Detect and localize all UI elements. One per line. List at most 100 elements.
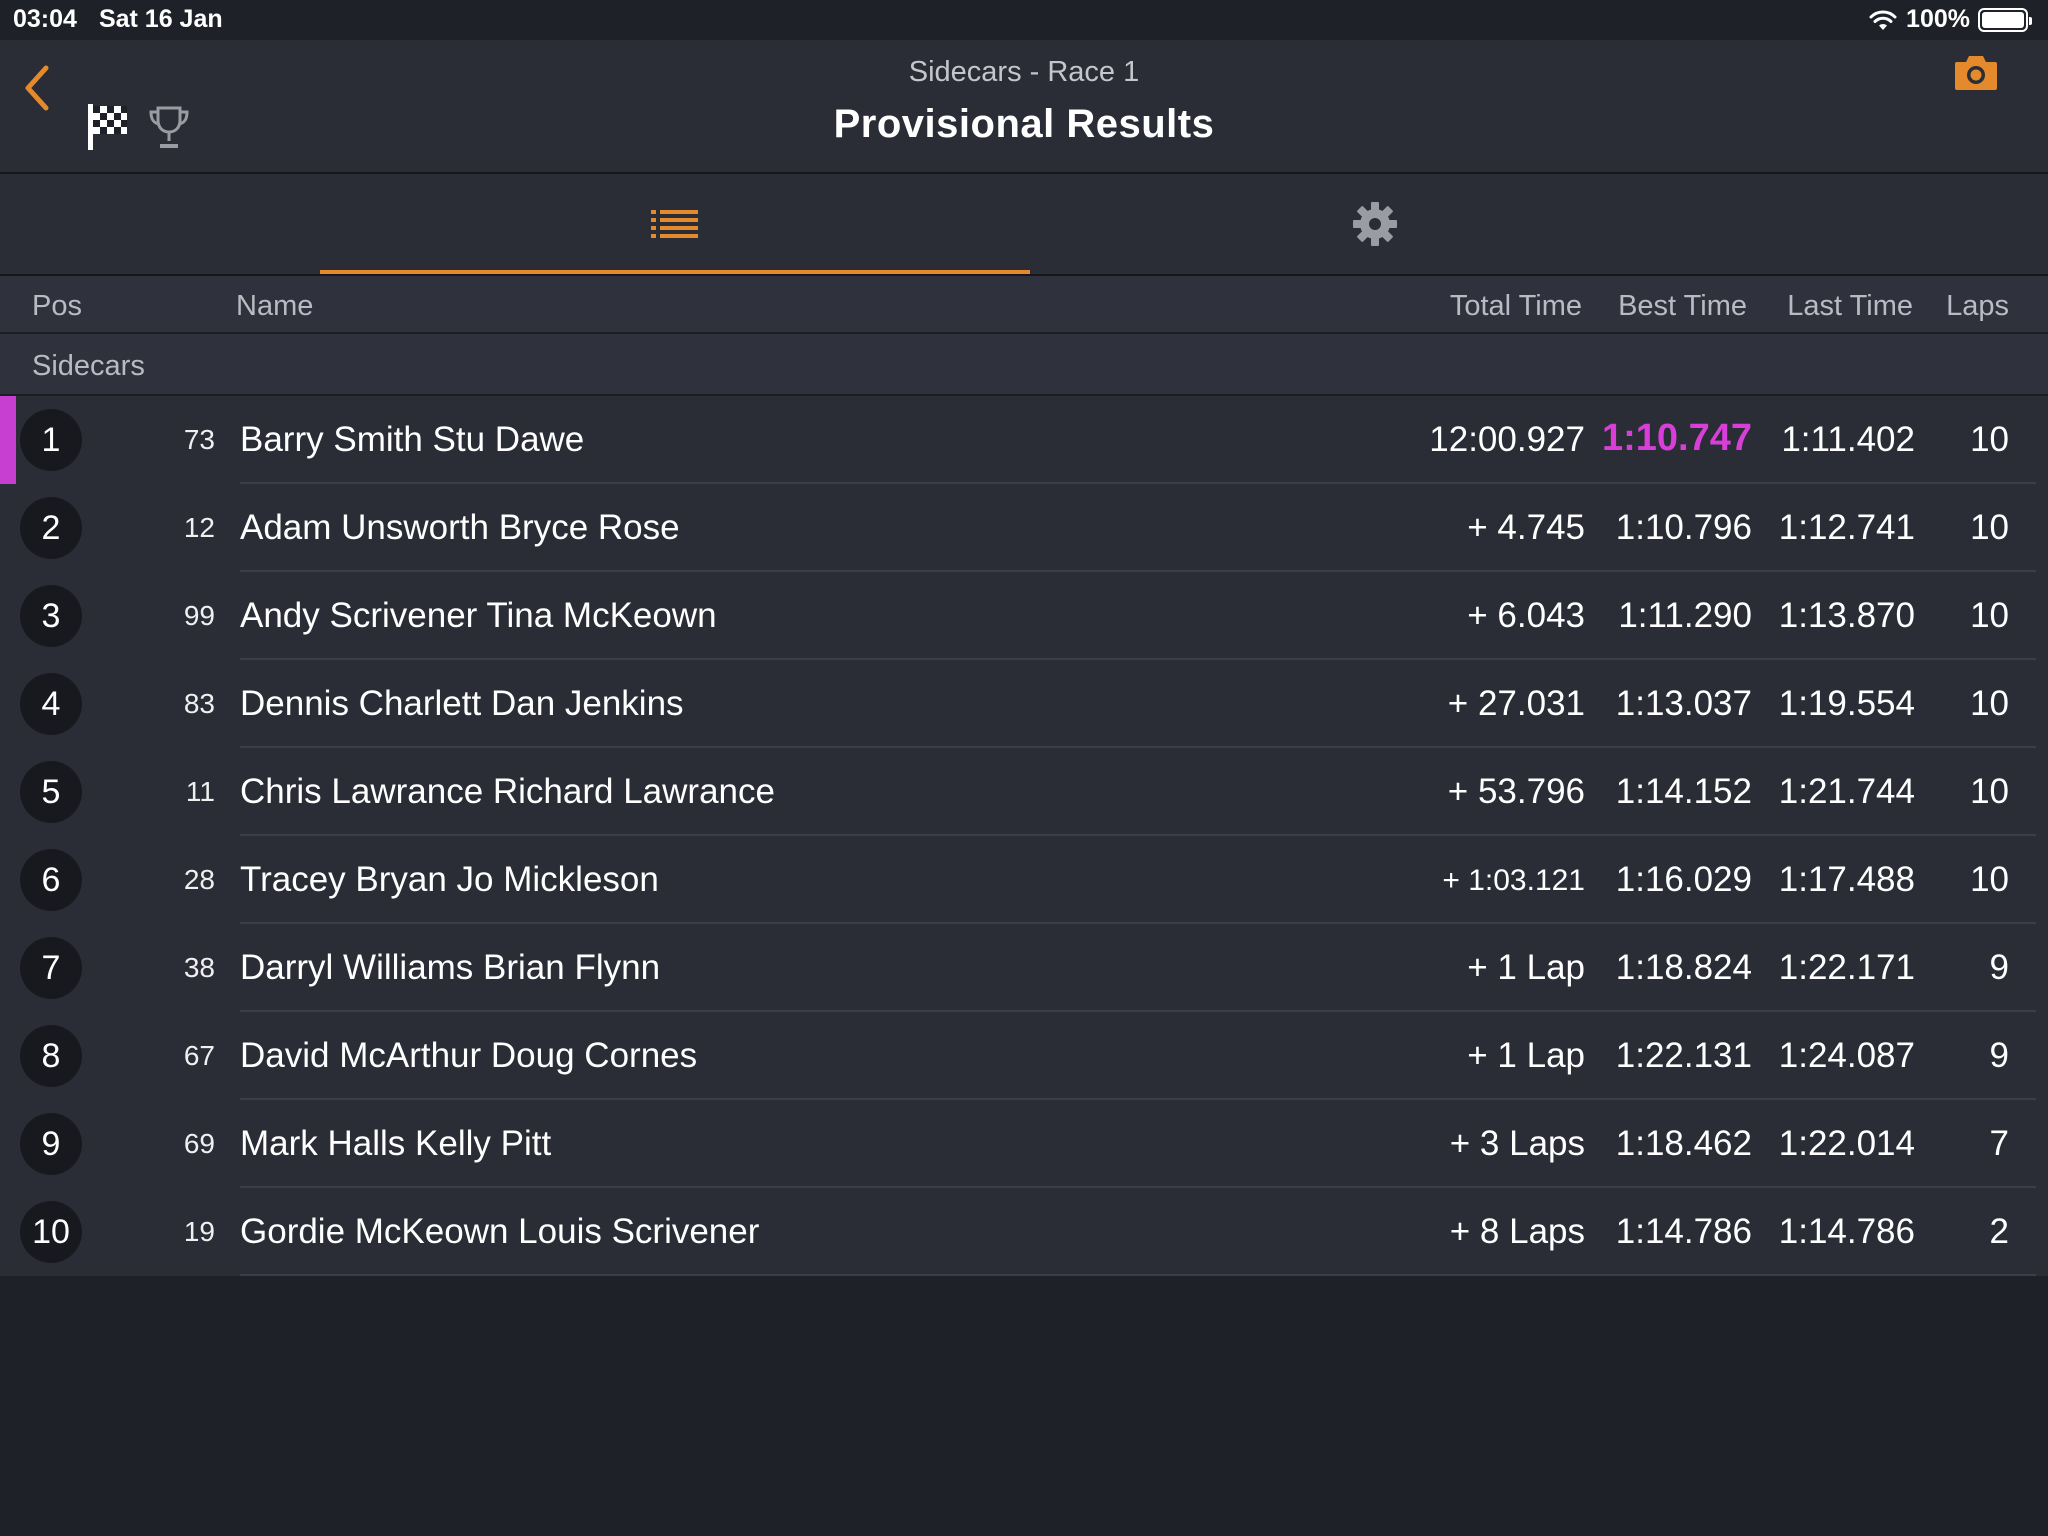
total-time: + 53.796 — [1447, 772, 1585, 811]
tab-settings[interactable] — [1020, 174, 1730, 274]
last-time: 1:14.786 — [1778, 1212, 1915, 1251]
result-row[interactable]: 1 73 Barry Smith Stu Dawe 12:00.927 1:10… — [0, 396, 2048, 484]
competitor-number: 67 — [183, 1040, 215, 1071]
gear-icon — [1353, 202, 1397, 246]
competitor-number: 12 — [183, 512, 215, 543]
result-row[interactable]: 2 12 Adam Unsworth Bryce Rose + 4.745 1:… — [0, 484, 2048, 572]
position-badge: 7 — [20, 937, 82, 999]
last-time: 1:19.554 — [1778, 684, 1915, 723]
position-badge: 8 — [20, 1025, 82, 1087]
leader-marker — [0, 1100, 16, 1188]
position-number: 10 — [32, 1212, 70, 1251]
leader-marker — [0, 396, 16, 484]
competitor-number: 28 — [183, 864, 215, 895]
col-header-laps: Laps — [1946, 290, 2009, 322]
competitor-name: David McArthur Doug Cornes — [240, 1036, 698, 1075]
best-time: 1:14.786 — [1615, 1212, 1752, 1251]
camera-icon[interactable] — [1953, 52, 1999, 92]
laps-count: 10 — [1970, 596, 2009, 635]
laps-count: 10 — [1970, 508, 2009, 547]
col-header-name: Name — [236, 290, 314, 322]
list-icon — [651, 210, 698, 238]
total-time: + 1:03.121 — [1442, 864, 1585, 897]
competitor-name: Dennis Charlett Dan Jenkins — [240, 684, 684, 723]
best-time: 1:18.462 — [1615, 1124, 1752, 1163]
position-badge: 1 — [20, 409, 82, 471]
laps-count: 9 — [1989, 1036, 2009, 1075]
position-badge: 9 — [20, 1113, 82, 1175]
page-title: Provisional Results — [833, 102, 1215, 146]
competitor-number: 11 — [185, 776, 215, 807]
laps-count: 10 — [1970, 684, 2009, 723]
leader-marker — [0, 1012, 16, 1100]
total-time: + 1 Lap — [1467, 1036, 1585, 1075]
leader-marker — [0, 572, 16, 660]
position-number: 5 — [41, 772, 61, 811]
competitor-number: 69 — [183, 1128, 215, 1159]
position-badge: 3 — [20, 585, 82, 647]
tab-results-list[interactable] — [320, 174, 1030, 274]
leader-marker — [0, 660, 16, 748]
total-time: 12:00.927 — [1429, 420, 1585, 459]
last-time: 1:24.087 — [1778, 1036, 1915, 1075]
tab-bar — [0, 174, 2048, 276]
position-badge: 10 — [20, 1201, 82, 1263]
position-number: 6 — [41, 860, 61, 899]
status-date: Sat 16 Jan — [98, 5, 223, 33]
best-time: 1:11.290 — [1618, 596, 1752, 635]
position-number: 1 — [41, 420, 61, 459]
leader-marker — [0, 1188, 16, 1276]
competitor-number: 99 — [183, 600, 215, 631]
result-row[interactable]: 3 99 Andy Scrivener Tina McKeown + 6.043… — [0, 572, 2048, 660]
col-header-best-time: Best Time — [1618, 290, 1747, 322]
status-indicators: 100% — [1868, 5, 2032, 34]
status-time-date: 03:04 Sat 16 Jan — [13, 5, 223, 34]
total-time: + 4.745 — [1467, 508, 1585, 547]
result-row[interactable]: 6 28 Tracey Bryan Jo Mickleson + 1:03.12… — [0, 836, 2048, 924]
results-column-headers: Pos Name Total Time Best Time Last Time … — [0, 276, 2048, 334]
result-row[interactable]: 8 67 David McArthur Doug Cornes + 1 Lap … — [0, 1012, 2048, 1100]
result-row[interactable]: 5 11 Chris Lawrance Richard Lawrance + 5… — [0, 748, 2048, 836]
best-time: 1:18.824 — [1615, 948, 1752, 987]
laps-count: 9 — [1989, 948, 2009, 987]
laps-count: 10 — [1970, 860, 2009, 899]
competitor-name: Andy Scrivener Tina McKeown — [240, 596, 717, 635]
last-time: 1:13.870 — [1778, 596, 1915, 635]
last-time: 1:21.744 — [1778, 772, 1915, 811]
col-header-last-time: Last Time — [1787, 290, 1913, 322]
results-list: 1 7 3 Barry Smith Stu Dawe 12:00.927 1:10… — [0, 396, 2048, 1276]
laps-count: 10 — [1970, 772, 2009, 811]
best-time: 1:14.152 — [1615, 772, 1752, 811]
competitor-name: Gordie McKeown Louis Scrivener — [240, 1212, 760, 1251]
laps-count: 2 — [1989, 1212, 2009, 1251]
result-row[interactable]: 9 69 Mark Halls Kelly Pitt + 3 Laps 1:18… — [0, 1100, 2048, 1188]
leader-marker — [0, 836, 16, 924]
best-time: 1:10.796 — [1615, 508, 1752, 547]
best-time: 1:13.037 — [1615, 684, 1752, 723]
position-number: 9 — [41, 1124, 61, 1163]
competitor-number: 19 — [183, 1216, 215, 1247]
competitor-name: Barry Smith Stu Dawe — [240, 420, 585, 459]
total-time: + 3 Laps — [1449, 1124, 1585, 1163]
position-number: 8 — [41, 1036, 61, 1075]
leader-marker — [0, 484, 16, 572]
last-time: 1:22.014 — [1778, 1124, 1915, 1163]
competitor-number: 83 — [183, 688, 215, 719]
best-time: 1:10.747 — [1601, 417, 1752, 459]
leader-marker — [0, 924, 16, 1012]
total-time: + 1 Lap — [1467, 948, 1585, 987]
race-subtitle: Sidecars - Race 1 — [908, 56, 1140, 88]
col-header-pos: Pos — [32, 290, 82, 322]
competitor-number: 38 — [183, 952, 215, 983]
competitor-name: Adam Unsworth Bryce Rose — [240, 508, 680, 547]
leader-marker — [0, 748, 16, 836]
result-row[interactable]: 10 19 Gordie McKeown Louis Scrivener + 8… — [0, 1188, 2048, 1276]
result-row[interactable]: 4 83 Dennis Charlett Dan Jenkins + 27.03… — [0, 660, 2048, 748]
wifi-icon — [1869, 10, 1897, 30]
total-time: + 27.031 — [1447, 684, 1585, 723]
navigation-header: Sidecars - Race 1 Provisional Results — [0, 40, 2048, 174]
result-row[interactable]: 7 38 Darryl Williams Brian Flynn + 1 Lap… — [0, 924, 2048, 1012]
col-header-total-time: Total Time — [1449, 290, 1582, 322]
laps-count: 10 — [1970, 420, 2009, 459]
battery-icon — [1978, 7, 2032, 32]
